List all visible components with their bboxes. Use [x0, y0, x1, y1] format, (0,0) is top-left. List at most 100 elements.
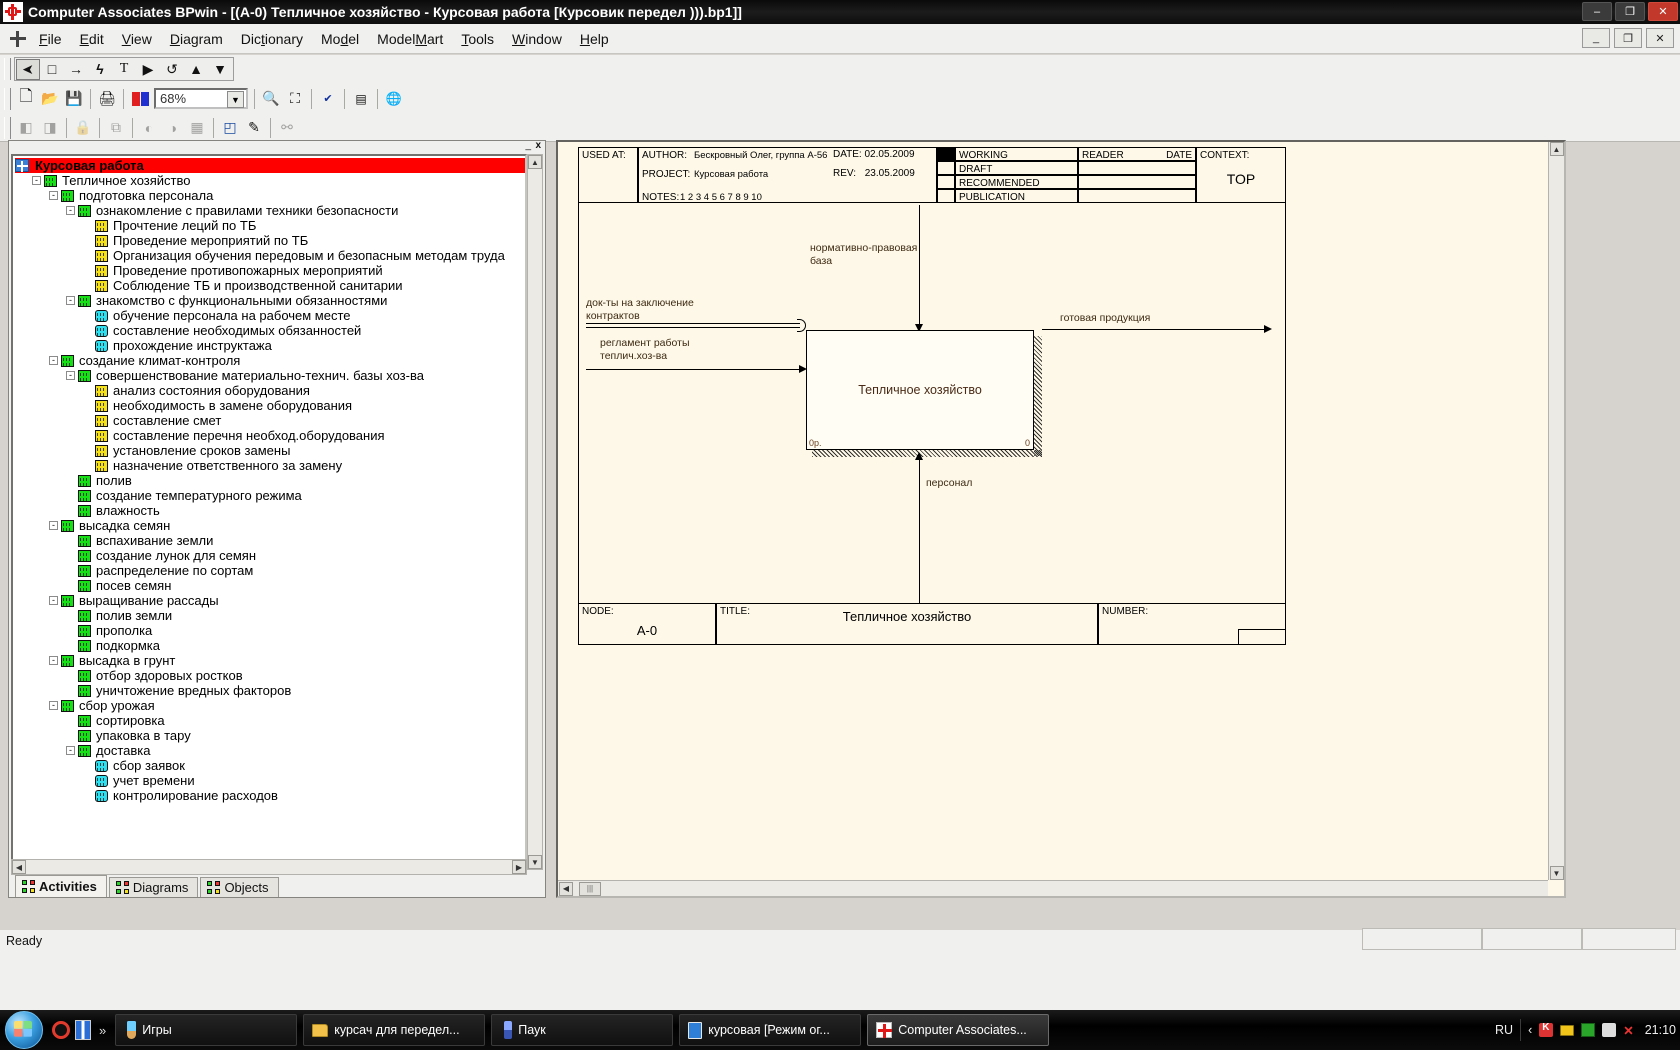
tree-node[interactable]: упаковка в тару	[15, 728, 525, 743]
status-marker-recommended[interactable]	[937, 175, 955, 189]
model-explorer-minimize[interactable]: _	[525, 141, 531, 151]
text-tool-icon[interactable]: T	[112, 59, 136, 80]
up-tool-icon[interactable]: ▲	[184, 59, 208, 80]
tree-node[interactable]: полив	[15, 473, 525, 488]
tree-node[interactable]: Проведение противопожарных мероприятий	[15, 263, 525, 278]
taskbar-item[interactable]: Игры	[115, 1014, 297, 1046]
taskbar-item[interactable]: курсач для передел...	[303, 1014, 485, 1046]
tree-collapse-icon[interactable]: -	[32, 176, 41, 185]
tree-scroll-left-button[interactable]: ◀	[12, 860, 26, 874]
reader-row-draft[interactable]	[1078, 161, 1196, 175]
menu-item-edit[interactable]: Edit	[71, 28, 113, 50]
tree-node[interactable]: посев семян	[15, 578, 525, 593]
menu-item-window[interactable]: Window	[503, 28, 571, 50]
tree-node[interactable]: создание лунок для семян	[15, 548, 525, 563]
tray-expand-chevron[interactable]: ‹	[1528, 1023, 1532, 1037]
canvas-hscroll-thumb[interactable]: |||	[579, 882, 601, 896]
taskbar-item[interactable]: курсовая [Режим ог...	[679, 1014, 861, 1046]
tree-node[interactable]: необходимость в замене оборудования	[15, 398, 525, 413]
activity-box-teplichnoe-hozyaystvo[interactable]: Тепличное хозяйство 0р. 0	[806, 330, 1034, 450]
tree-node[interactable]: Соблюдение ТБ и производственной санитар…	[15, 278, 525, 293]
chevron-down-icon[interactable]: ▼	[227, 91, 244, 108]
canvas-horizontal-scrollbar[interactable]: ◀ |||	[558, 880, 1548, 896]
tree-collapse-icon[interactable]: -	[49, 701, 58, 710]
new-file-icon[interactable]: 🗋	[14, 88, 38, 109]
tab-objects[interactable]: Objects	[200, 877, 278, 897]
tree-node[interactable]: назначение ответственного за замену	[15, 458, 525, 473]
tree-node[interactable]: -доставка	[15, 743, 525, 758]
battery-icon[interactable]	[1560, 1025, 1574, 1036]
tree-scroll-up-button[interactable]: ▲	[528, 155, 542, 169]
tree-node[interactable]: обучение персонала на рабочем месте	[15, 308, 525, 323]
tree-node[interactable]: прохождение инструктажа	[15, 338, 525, 353]
maximize-button[interactable]: ❐	[1615, 2, 1645, 21]
tree-node[interactable]: Проведение мероприятий по ТБ	[15, 233, 525, 248]
save-disk-icon[interactable]: 💾	[62, 88, 86, 109]
tree-node[interactable]: вспахивание земли	[15, 533, 525, 548]
tree-vertical-scrollbar[interactable]: ▲ ▼	[527, 154, 543, 870]
tree-node[interactable]: -знакомство с функциональными обязанност…	[15, 293, 525, 308]
tunnel-tool-icon[interactable]: ▶	[136, 59, 160, 80]
diagram-canvas[interactable]: USED AT: AUTHOR: Бескровный Олег, группа…	[556, 140, 1566, 898]
zoom-combo[interactable]: 68% ▼	[154, 88, 248, 109]
reader-row-publication[interactable]	[1078, 189, 1196, 203]
tree-node[interactable]: анализ состояния оборудования	[15, 383, 525, 398]
tree-node[interactable]: уничтожение вредных факторов	[15, 683, 525, 698]
tree-scroll-right-button[interactable]: ▶	[512, 860, 526, 874]
tree-node[interactable]: сбор заявок	[15, 758, 525, 773]
menu-item-diagram[interactable]: Diagram	[161, 28, 232, 50]
tree-node-root[interactable]: Курсовая работа	[15, 158, 525, 173]
menu-item-dictionary[interactable]: Dictionary	[232, 28, 312, 50]
reader-row-recommended[interactable]	[1078, 175, 1196, 189]
tray-language[interactable]: RU	[1495, 1023, 1513, 1037]
tree-node[interactable]: прополка	[15, 623, 525, 638]
input-documents-line-bottom[interactable]	[586, 327, 800, 328]
control-arrow-line[interactable]	[919, 205, 920, 330]
tree-node[interactable]: подкормка	[15, 638, 525, 653]
tree-collapse-icon[interactable]: -	[66, 371, 75, 380]
status-marker-publication[interactable]	[937, 189, 955, 203]
tree-node[interactable]: установление сроков замены	[15, 443, 525, 458]
toolbar-grip-modelmart[interactable]	[4, 117, 11, 139]
menu-item-model[interactable]: Model	[312, 28, 368, 50]
tree-collapse-icon[interactable]: -	[49, 356, 58, 365]
notes-numbers[interactable]: 1 2 3 4 5 6 7 8 9 10	[680, 192, 762, 203]
tree-node[interactable]: -подготовка персонала	[15, 188, 525, 203]
opera-icon[interactable]	[52, 1021, 70, 1039]
menu-item-help[interactable]: Help	[571, 28, 618, 50]
menu-item-tools[interactable]: Tools	[452, 28, 503, 50]
tree-node[interactable]: -совершенствование материально-технич. б…	[15, 368, 525, 383]
taskbar-item[interactable]: Computer Associates...	[867, 1014, 1049, 1046]
squiggle-tool-icon[interactable]: ϟ	[88, 59, 112, 80]
status-marker-working[interactable]	[937, 147, 955, 161]
canvas-scroll-left-button[interactable]: ◀	[559, 882, 573, 896]
mm-key-icon[interactable]: ✎	[242, 117, 266, 138]
network-icon[interactable]	[1581, 1023, 1595, 1037]
tree-node[interactable]: сортировка	[15, 713, 525, 728]
tree-collapse-icon[interactable]: -	[49, 521, 58, 530]
activity-tree[interactable]: Курсовая работа-Тепличное хозяйство-подг…	[11, 154, 527, 870]
mm-session-icon[interactable]: ◰	[218, 117, 242, 138]
tree-node[interactable]: составление смет	[15, 413, 525, 428]
output-product-line[interactable]	[1042, 329, 1266, 330]
zoom-in-icon[interactable]: 🔍	[259, 88, 283, 109]
zoom-fit-icon[interactable]: ⛶	[283, 88, 307, 109]
canvas-scroll-up-button[interactable]: ▲	[1550, 142, 1564, 156]
tree-node[interactable]: -высадка семян	[15, 518, 525, 533]
diagram-sheet-area[interactable]: USED AT: AUTHOR: Бескровный Олег, группа…	[558, 142, 1548, 880]
open-folder-icon[interactable]: 📂	[38, 88, 62, 109]
menu-item-view[interactable]: View	[113, 28, 161, 50]
mdi-document-icon[interactable]	[10, 31, 26, 47]
start-button[interactable]	[2, 1010, 48, 1050]
tree-node[interactable]: создание температурного режима	[15, 488, 525, 503]
printer-icon[interactable]: 🖨	[95, 88, 119, 109]
tree-collapse-icon[interactable]: -	[66, 206, 75, 215]
tree-collapse-icon[interactable]: -	[49, 596, 58, 605]
input-documents-line-top[interactable]	[586, 323, 800, 324]
toolbar-grip[interactable]	[4, 58, 11, 80]
tree-node[interactable]: -создание климат-контроля	[15, 353, 525, 368]
tree-node[interactable]: -ознакомление с правилами техники безопа…	[15, 203, 525, 218]
chevron-right-icon[interactable]: »	[99, 1023, 106, 1038]
canvas-scroll-down-button[interactable]: ▼	[1550, 866, 1564, 880]
tree-node[interactable]: контролирование расходов	[15, 788, 525, 803]
